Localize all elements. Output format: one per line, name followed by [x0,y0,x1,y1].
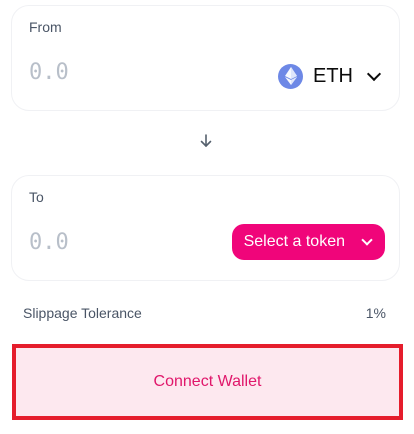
from-token-select[interactable]: ETH [278,60,382,92]
from-label: From [29,19,62,35]
arrow-down-icon[interactable] [197,132,215,150]
from-token-symbol: ETH [313,64,353,87]
chevron-down-icon [366,66,382,81]
chevron-down-icon [361,234,373,246]
slippage-row: Slippage Tolerance 1% [23,305,386,321]
to-panel: To Select a token [11,175,400,281]
slippage-value: 1% [365,305,386,321]
to-amount-input[interactable] [25,226,213,258]
from-amount-input[interactable] [25,56,213,88]
connect-wallet-button[interactable]: Connect Wallet [12,344,403,420]
swap-card: From ETH To Select a token [0,0,414,434]
from-panel: From ETH [11,5,400,111]
slippage-label: Slippage Tolerance [23,305,142,321]
ethereum-icon [278,63,303,89]
select-token-label: Select a token [243,233,345,250]
select-token-button[interactable]: Select a token [231,224,385,260]
to-label: To [29,189,44,205]
